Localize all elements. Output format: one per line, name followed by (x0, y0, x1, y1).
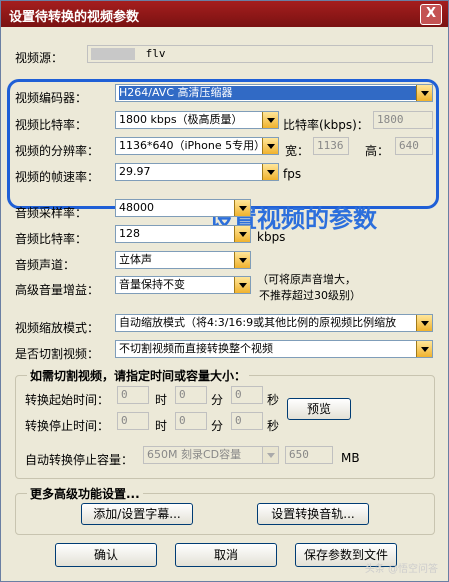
audio-bitrate-label: 音频比特率： (15, 232, 88, 246)
framerate-select[interactable]: 29.97 (115, 163, 279, 181)
start-minute-unit: 分 (211, 393, 224, 407)
gain-note-line2: 不推荐超过30级别） (259, 289, 361, 302)
scale-mode-label: 视频缩放模式： (15, 321, 100, 335)
height-label: 高： (365, 144, 390, 158)
cut-video-select[interactable]: 不切割视频而直接转换整个视频 (115, 340, 433, 358)
cut-group-title: 如需切割视频，请指定时间或容量大小： (27, 367, 250, 384)
chevron-down-icon[interactable] (416, 341, 432, 357)
fps-label: fps (283, 167, 302, 181)
start-second-input[interactable]: 0 (231, 386, 263, 404)
width-input[interactable]: 1136 (313, 137, 349, 155)
chevron-down-icon[interactable] (416, 85, 432, 101)
stop-minute-unit: 分 (211, 419, 224, 433)
audio-gain-select[interactable]: 音量保持不变 (115, 276, 251, 294)
framerate-label: 视频的帧速率： (15, 170, 100, 184)
chevron-down-icon[interactable] (234, 226, 250, 242)
chevron-down-icon[interactable] (416, 315, 432, 331)
auto-stop-select[interactable]: 650M 刻录CD容量 (143, 446, 279, 464)
window-title: 设置待转换的视频参数 (9, 10, 140, 25)
video-bitrate-select[interactable]: 1800 kbps（极高质量） (115, 111, 279, 129)
start-minute-input[interactable]: 0 (175, 386, 207, 404)
video-bitrate-label: 视频比特率： (15, 118, 88, 132)
audio-kbps-label: kbps (257, 230, 286, 244)
chevron-down-icon[interactable] (262, 164, 278, 180)
audio-gain-label: 高级音量增益： (15, 283, 100, 297)
stop-hour-unit: 时 (155, 419, 168, 433)
cut-video-label: 是否切割视频： (15, 347, 100, 361)
bitrate-kbps-input[interactable]: 1800 (373, 111, 433, 129)
preview-button[interactable]: 预览 (287, 398, 351, 420)
cancel-button[interactable]: 取消 (175, 543, 277, 567)
height-input[interactable]: 640 (395, 137, 433, 155)
chevron-down-icon[interactable] (262, 447, 278, 463)
dialog-window: 设置待转换的视频参数 X 视频源： flv 视频编码器： H264/AVC 高清… (0, 0, 449, 582)
encoder-select[interactable]: H264/AVC 高清压缩器 (115, 84, 433, 102)
add-subtitle-button[interactable]: 添加/设置字幕... (81, 503, 193, 525)
chevron-down-icon[interactable] (234, 277, 250, 293)
ok-button[interactable]: 确认 (55, 543, 157, 567)
start-hour-unit: 时 (155, 393, 168, 407)
chevron-down-icon[interactable] (234, 252, 250, 268)
resolution-label: 视频的分辨率： (15, 144, 100, 158)
start-time-label: 转换起始时间： (25, 393, 110, 407)
stop-time-label: 转换停止时间： (25, 419, 110, 433)
dialog-content: 视频源： flv 视频编码器： H264/AVC 高清压缩器 视频比特率： 18… (1, 27, 448, 581)
source-label: 视频源： (15, 51, 64, 65)
audio-channel-select[interactable]: 立体声 (115, 251, 251, 269)
resolution-select[interactable]: 1136*640（iPhone 5专用） (115, 137, 279, 155)
encoder-label: 视频编码器： (15, 91, 88, 105)
stop-second-unit: 秒 (267, 419, 280, 433)
close-button[interactable]: X (420, 4, 442, 25)
start-second-unit: 秒 (267, 393, 280, 407)
auto-stop-label: 自动转换停止容量： (25, 453, 134, 467)
gain-note-line1: （可将原声音增大， (257, 273, 356, 286)
width-label: 宽： (285, 144, 310, 158)
size-input[interactable]: 650 (285, 446, 333, 464)
watermark: 头条 @悟空问答 (364, 564, 438, 575)
chevron-down-icon[interactable] (262, 138, 278, 154)
audio-bitrate-select[interactable]: 128 (115, 225, 251, 243)
stop-hour-input[interactable]: 0 (117, 412, 149, 430)
blurred-filename (91, 48, 135, 60)
audio-channel-label: 音频声道： (15, 258, 76, 272)
set-audio-track-button[interactable]: 设置转换音轨... (257, 503, 369, 525)
bitrate-kbps-label: 比特率(kbps)： (283, 118, 369, 132)
audio-samplerate-label: 音频采样率： (15, 206, 88, 220)
scale-mode-select[interactable]: 自动缩放模式（将4:3/16:9或其他比例的原视频比例缩放 (115, 314, 433, 332)
advanced-group-title: 更多高级功能设置... (27, 485, 143, 502)
stop-minute-input[interactable]: 0 (175, 412, 207, 430)
title-bar[interactable]: 设置待转换的视频参数 X (1, 1, 448, 27)
audio-samplerate-select[interactable]: 48000 (115, 199, 251, 217)
start-hour-input[interactable]: 0 (117, 386, 149, 404)
chevron-down-icon[interactable] (262, 112, 278, 128)
stop-second-input[interactable]: 0 (231, 412, 263, 430)
source-field: flv (87, 45, 433, 63)
size-unit: MB (341, 451, 360, 465)
chevron-down-icon[interactable] (234, 200, 250, 216)
